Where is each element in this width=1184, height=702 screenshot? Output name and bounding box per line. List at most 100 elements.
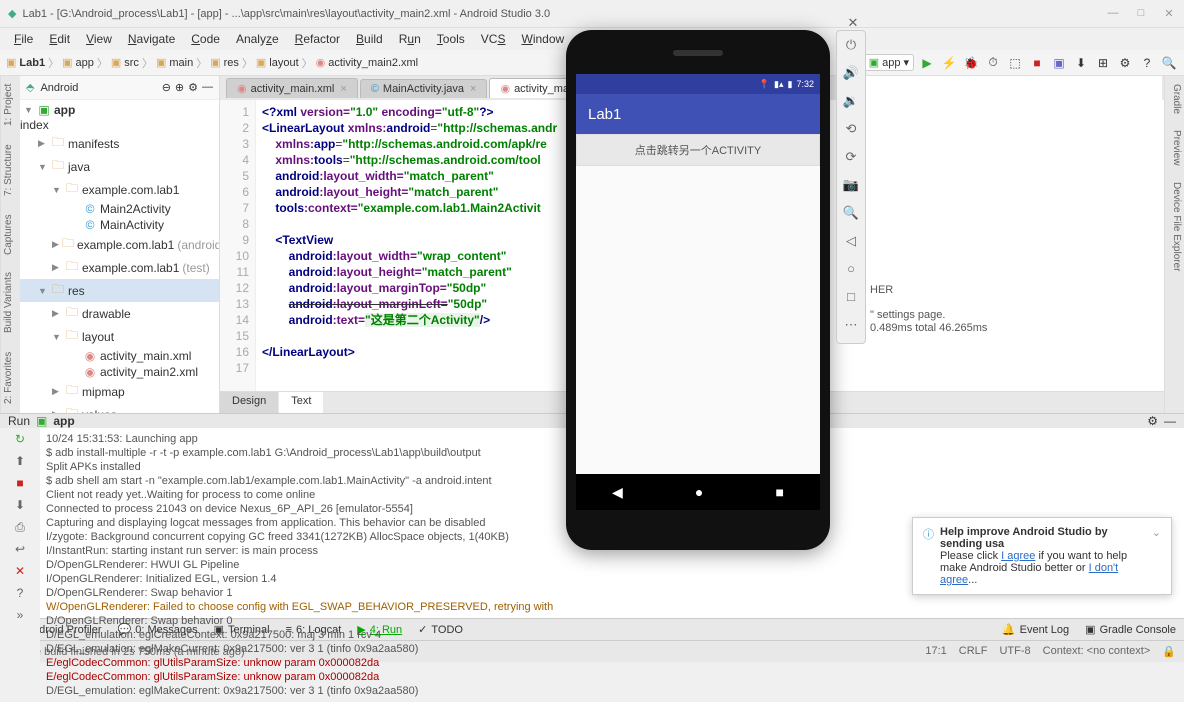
phone-button[interactable]: 点击跳转另一个ACTIVITY bbox=[576, 134, 820, 166]
close-icon[interactable]: ✕ bbox=[11, 564, 29, 582]
back-button[interactable]: ◀ bbox=[612, 484, 623, 501]
node-java[interactable]: ▼🗀java bbox=[20, 155, 219, 178]
menu-window[interactable]: Window bbox=[513, 30, 572, 48]
chevron-down-icon[interactable]: ⌄ bbox=[1152, 526, 1161, 539]
node-main2activity[interactable]: ©Main2Activity bbox=[20, 201, 219, 217]
menu-build[interactable]: Build bbox=[348, 30, 391, 48]
run-app-icon: ▣ bbox=[36, 414, 47, 428]
minimize-button[interactable]: ― bbox=[1106, 7, 1120, 21]
menu-run[interactable]: Run bbox=[391, 30, 429, 48]
crumb-res[interactable]: ▣res bbox=[210, 56, 239, 69]
search-icon[interactable]: 🔍 bbox=[1160, 54, 1178, 72]
menu-tools[interactable]: Tools bbox=[429, 30, 473, 48]
gear-icon[interactable]: ⚙ bbox=[1147, 414, 1158, 428]
tab-activity-main[interactable]: ◉activity_main.xml× bbox=[226, 78, 358, 98]
node-values[interactable]: ▶🗀values bbox=[20, 403, 219, 413]
emu-back-icon[interactable]: ◁ bbox=[841, 233, 861, 253]
apply-changes-icon[interactable]: ⚡ bbox=[940, 54, 958, 72]
tab-preview[interactable]: Preview bbox=[1167, 126, 1182, 170]
node-res[interactable]: ▼🗀res bbox=[20, 279, 219, 302]
node-mainactivity[interactable]: ©MainActivity bbox=[20, 217, 219, 233]
settings-icon[interactable]: ⚙ bbox=[1116, 54, 1134, 72]
node-manifests[interactable]: ▶🗀manifests bbox=[20, 132, 219, 155]
menu-refactor[interactable]: Refactor bbox=[287, 30, 348, 48]
gear-icon[interactable]: ⚙ bbox=[188, 81, 198, 94]
project-view-label[interactable]: Android bbox=[40, 82, 78, 94]
run-label: Run bbox=[8, 414, 30, 428]
menu-code[interactable]: Code bbox=[183, 30, 228, 48]
debug-icon[interactable]: 🐞 bbox=[962, 54, 980, 72]
agree-link[interactable]: I agree bbox=[1001, 550, 1035, 562]
tab-favorites[interactable]: 2: Favorites bbox=[3, 348, 18, 408]
rerun-icon[interactable]: ↻ bbox=[11, 432, 29, 450]
run-button[interactable]: ▶ bbox=[918, 54, 936, 72]
print-icon[interactable]: ⎙ bbox=[11, 520, 29, 538]
tab-mainactivity-java[interactable]: ©MainActivity.java× bbox=[360, 79, 488, 98]
expand-icon[interactable]: » bbox=[11, 608, 29, 626]
recents-button[interactable]: ■ bbox=[775, 484, 783, 500]
crumb-layout[interactable]: ▣layout bbox=[256, 56, 299, 69]
avd-icon[interactable]: ▣ bbox=[1050, 54, 1068, 72]
crumb-file[interactable]: ◉activity_main2.xml bbox=[316, 56, 418, 69]
emu-recents-icon[interactable]: □ bbox=[841, 289, 861, 309]
emu-power-icon[interactable]: ⏻ bbox=[841, 37, 861, 57]
help-icon[interactable]: ? bbox=[1138, 54, 1156, 72]
emu-more-icon[interactable]: ⋯ bbox=[841, 317, 861, 337]
tab-project[interactable]: 1: Project bbox=[3, 80, 18, 130]
structure-icon[interactable]: ⊞ bbox=[1094, 54, 1112, 72]
menu-vcs[interactable]: VCS bbox=[473, 30, 514, 48]
emu-zoom-icon[interactable]: 🔍 bbox=[841, 205, 861, 225]
target-icon[interactable]: ⊕ bbox=[175, 81, 184, 94]
node-drawable[interactable]: ▶🗀drawable bbox=[20, 302, 219, 325]
tab-gradle[interactable]: Gradle bbox=[1167, 80, 1182, 118]
node-activitymain[interactable]: ◉activity_main.xml bbox=[20, 348, 219, 364]
run-config-dropdown[interactable]: ▣app ▾ bbox=[864, 54, 914, 71]
menu-view[interactable]: View bbox=[78, 30, 120, 48]
node-pkg1[interactable]: ▼🗀example.com.lab1 bbox=[20, 178, 219, 201]
emu-rotate-right-icon[interactable]: ⟳ bbox=[841, 149, 861, 169]
collapse-icon[interactable]: ⊖ bbox=[162, 81, 171, 94]
tab-device-file-explorer[interactable]: Device File Explorer bbox=[1167, 178, 1182, 275]
emu-rotate-left-icon[interactable]: ⟲ bbox=[841, 121, 861, 141]
emu-close-icon[interactable]: ✕ bbox=[843, 15, 863, 35]
crumb-src[interactable]: ▣src bbox=[111, 56, 139, 69]
close-button[interactable]: ✕ bbox=[1162, 7, 1176, 21]
close-icon[interactable]: × bbox=[340, 83, 346, 95]
node-app[interactable]: ▼▣app bbox=[20, 102, 219, 118]
profile-icon[interactable]: ⏱ bbox=[984, 54, 1002, 72]
attach-icon[interactable]: ⬚ bbox=[1006, 54, 1024, 72]
node-mipmap[interactable]: ▶🗀mipmap bbox=[20, 380, 219, 403]
crumb-app[interactable]: ▣app bbox=[62, 56, 94, 69]
tab-build-variants[interactable]: Build Variants bbox=[3, 269, 18, 338]
menu-navigate[interactable]: Navigate bbox=[120, 30, 183, 48]
menu-edit[interactable]: Edit bbox=[41, 30, 78, 48]
menu-file[interactable]: File bbox=[6, 30, 41, 48]
emu-voldown-icon[interactable]: 🔉 bbox=[841, 93, 861, 113]
tab-structure[interactable]: 7: Structure bbox=[3, 140, 18, 200]
close-icon[interactable]: × bbox=[470, 83, 476, 95]
menu-analyze[interactable]: Analyze bbox=[228, 30, 287, 48]
maximize-button[interactable]: □ bbox=[1134, 7, 1148, 21]
stop-button[interactable]: ■ bbox=[1028, 54, 1046, 72]
tab-captures[interactable]: Captures bbox=[3, 210, 18, 259]
crumb-lab1[interactable]: ▣Lab1 bbox=[6, 56, 45, 69]
node-pkg2[interactable]: ▶🗀example.com.lab1 (androidTest) bbox=[20, 233, 219, 256]
hide-icon[interactable]: ― bbox=[202, 81, 213, 94]
up-icon[interactable]: ⬆ bbox=[11, 454, 29, 472]
hide-icon[interactable]: ― bbox=[1164, 414, 1176, 428]
crumb-main[interactable]: ▣main bbox=[156, 56, 193, 69]
down-icon[interactable]: ⬇ bbox=[11, 498, 29, 516]
design-tab[interactable]: Design bbox=[220, 392, 278, 413]
emu-home-icon[interactable]: ○ bbox=[841, 261, 861, 281]
node-layout[interactable]: ▼🗀layout bbox=[20, 325, 219, 348]
sdk-icon[interactable]: ⬇ bbox=[1072, 54, 1090, 72]
stop-icon[interactable]: ■ bbox=[11, 476, 29, 494]
emu-volup-icon[interactable]: 🔊 bbox=[841, 65, 861, 85]
help-icon[interactable]: ? bbox=[11, 586, 29, 604]
wrap-icon[interactable]: ↩ bbox=[11, 542, 29, 560]
text-tab[interactable]: Text bbox=[279, 392, 323, 413]
node-pkg3[interactable]: ▶🗀example.com.lab1 (test) bbox=[20, 256, 219, 279]
home-button[interactable]: ● bbox=[695, 484, 703, 500]
node-activitymain2[interactable]: ◉activity_main2.xml bbox=[20, 364, 219, 380]
emu-camera-icon[interactable]: 📷 bbox=[841, 177, 861, 197]
